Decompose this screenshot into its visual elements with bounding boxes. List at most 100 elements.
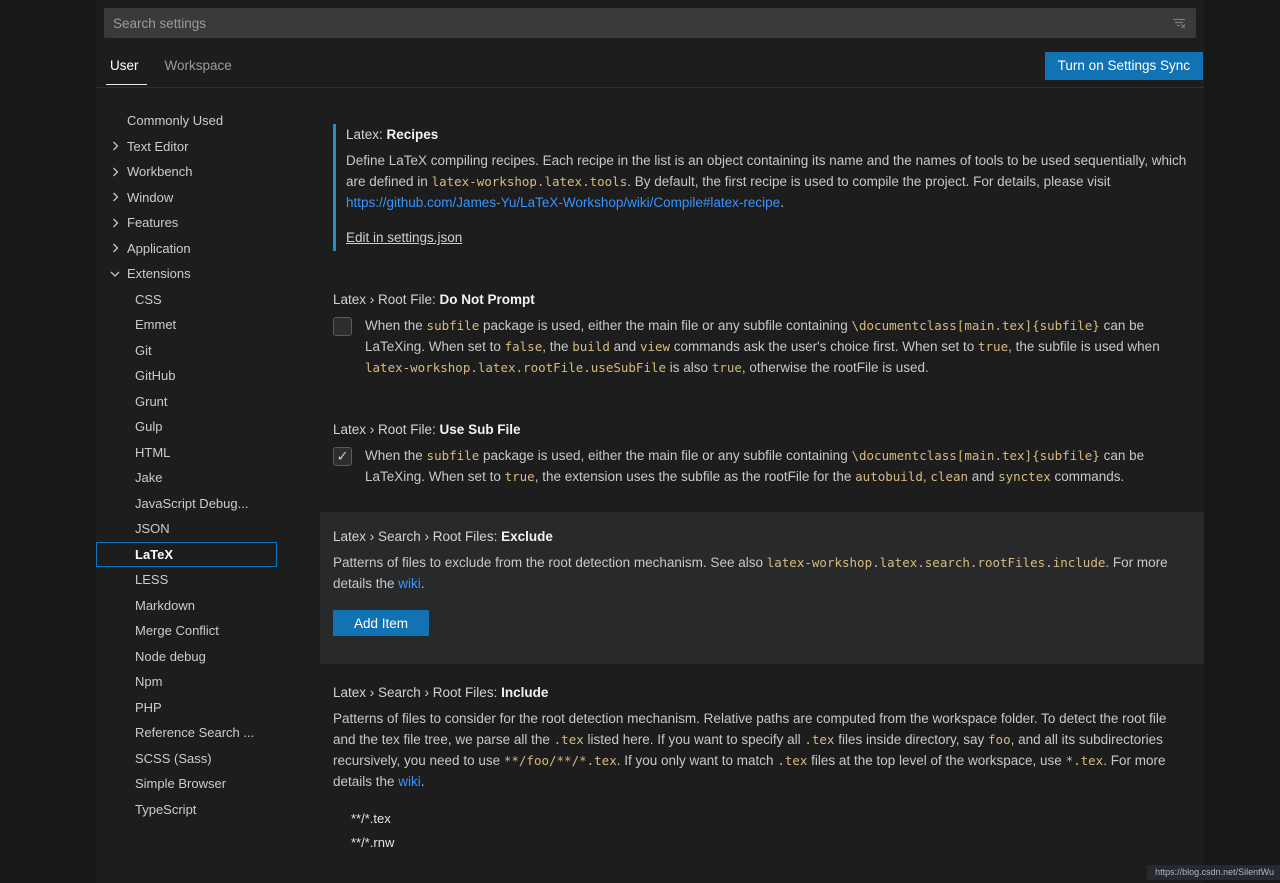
sidebar-item-label: Jake <box>135 470 162 485</box>
sidebar-item-features[interactable]: Features <box>96 210 277 236</box>
sidebar-item-gulp[interactable]: Gulp <box>96 414 277 440</box>
inline-text: package is used, either the main file or… <box>479 448 851 463</box>
chevron-down-icon[interactable] <box>107 266 123 282</box>
sidebar-item-simple-browser[interactable]: Simple Browser <box>96 771 277 797</box>
inline-text: . If you only want to match <box>617 753 778 768</box>
inline-link[interactable]: https://github.com/James-Yu/LaTeX-Worksh… <box>346 195 780 210</box>
array-item[interactable]: **/*.rnw <box>333 830 1190 854</box>
chevron-right-icon[interactable] <box>107 164 123 180</box>
sidebar-item-application[interactable]: Application <box>96 236 277 262</box>
tab-workspace[interactable]: Workspace <box>165 44 232 87</box>
array-item[interactable]: **/*.tex <box>333 806 1190 830</box>
inline-code: clean <box>930 469 968 484</box>
inline-code: synctex <box>998 469 1051 484</box>
edit-in-settings-json-link[interactable]: Edit in settings.json <box>346 229 462 247</box>
setting-title: Latex: Recipes <box>346 126 1190 144</box>
setting-title: Latex › Root File: Use Sub File <box>333 421 1190 439</box>
sidebar-item-npm[interactable]: Npm <box>96 669 277 695</box>
sidebar-item-jake[interactable]: Jake <box>96 465 277 491</box>
inline-text: When the <box>365 448 427 463</box>
search-row: Search settings <box>96 0 1204 44</box>
sidebar-item-workbench[interactable]: Workbench <box>96 159 277 185</box>
sidebar-item-git[interactable]: Git <box>96 338 277 364</box>
sidebar-item-less[interactable]: LESS <box>96 567 277 593</box>
sidebar-item-html[interactable]: HTML <box>96 440 277 466</box>
inline-code: true <box>712 360 742 375</box>
setting-root-files-include: Latex › Search › Root Files: Include Pat… <box>333 684 1190 854</box>
inline-text: and <box>968 469 998 484</box>
sidebar-item-label: TypeScript <box>135 802 196 817</box>
inline-text: files inside directory, say <box>834 732 988 747</box>
sidebar-item-latex[interactable]: LaTeX <box>96 542 277 568</box>
inline-text: . <box>421 576 425 591</box>
include-array-list: **/*.tex**/*.rnw <box>333 806 1190 854</box>
use-sub-file-checkbox[interactable]: ✓ <box>333 447 352 466</box>
inline-code: foo <box>988 732 1011 747</box>
sidebar-item-json[interactable]: JSON <box>96 516 277 542</box>
chevron-right-icon[interactable] <box>107 189 123 205</box>
sidebar-item-github[interactable]: GitHub <box>96 363 277 389</box>
sidebar-item-label: Simple Browser <box>135 776 226 791</box>
inline-text: commands ask the user's choice first. Wh… <box>670 339 978 354</box>
setting-latex-recipes: Latex: Recipes Define LaTeX compiling re… <box>333 124 1190 251</box>
filter-icon[interactable] <box>1168 12 1190 34</box>
sidebar-item-reference-search[interactable]: Reference Search ... <box>96 720 277 746</box>
sidebar-item-label: Features <box>127 215 178 230</box>
chevron-right-icon[interactable] <box>107 215 123 231</box>
sidebar-item-scss-sass[interactable]: SCSS (Sass) <box>96 746 277 772</box>
sidebar-item-grunt[interactable]: Grunt <box>96 389 277 415</box>
chevron-right-icon[interactable] <box>107 240 123 256</box>
sidebar-item-label: Node debug <box>135 649 206 664</box>
inline-code: *.tex <box>1066 753 1104 768</box>
settings-tree: Commonly Used Text EditorWorkbenchWindow F… <box>96 88 320 883</box>
inline-text: . <box>421 774 425 789</box>
sidebar-item-label: GitHub <box>135 368 175 383</box>
chevron-right-icon[interactable] <box>107 138 123 154</box>
tab-user[interactable]: User <box>110 44 139 87</box>
sidebar-item-markdown[interactable]: Markdown <box>96 593 277 619</box>
inline-text: files at the top level of the workspace,… <box>807 753 1065 768</box>
inline-code: subfile <box>427 318 480 333</box>
inline-code: autobuild <box>855 469 923 484</box>
inline-text: commands. <box>1051 469 1125 484</box>
sidebar-item-label: Grunt <box>135 394 168 409</box>
inline-code: true <box>505 469 535 484</box>
inline-link[interactable]: wiki <box>398 774 421 789</box>
setting-description: When the subfile package is used, either… <box>365 445 1188 487</box>
inline-text: . By default, the first recipe is used t… <box>627 174 1110 189</box>
sidebar-item-extensions[interactable]: Extensions <box>96 261 277 287</box>
inline-text: listed here. If you want to specify all <box>584 732 805 747</box>
sidebar-item-javascript-debug[interactable]: JavaScript Debug... <box>96 491 277 517</box>
inline-code: .tex <box>777 753 807 768</box>
setting-title: Latex › Search › Root Files: Include <box>333 684 1190 702</box>
inline-code: .tex <box>804 732 834 747</box>
inline-link[interactable]: wiki <box>398 576 421 591</box>
inline-text: and <box>610 339 640 354</box>
settings-sync-button[interactable]: Turn on Settings Sync <box>1045 52 1203 80</box>
add-item-button[interactable]: Add Item <box>333 610 429 636</box>
watermark: https://blog.csdn.net/SilentWu <box>1147 865 1280 880</box>
inline-text: When the <box>365 318 427 333</box>
inline-code: true <box>978 339 1008 354</box>
inline-text: is also <box>666 360 712 375</box>
sidebar-item-merge-conflict[interactable]: Merge Conflict <box>96 618 277 644</box>
do-not-prompt-checkbox[interactable] <box>333 317 352 336</box>
inline-code: latex-workshop.latex.rootFile.useSubFile <box>365 360 666 375</box>
sidebar-item-node-debug[interactable]: Node debug <box>96 644 277 670</box>
sidebar-item-label: Commonly Used <box>127 113 223 128</box>
sidebar-item-label: Extensions <box>127 266 191 281</box>
sidebar-item-php[interactable]: PHP <box>96 695 277 721</box>
sidebar-item-commonly-used[interactable]: Commonly Used <box>96 108 277 134</box>
sidebar-item-label: JavaScript Debug... <box>135 496 248 511</box>
inline-text: , the subfile is used when <box>1008 339 1160 354</box>
sidebar-item-emmet[interactable]: Emmet <box>96 312 277 338</box>
sidebar-item-typescript[interactable]: TypeScript <box>96 797 277 823</box>
inline-code: .tex <box>554 732 584 747</box>
sidebar-item-css[interactable]: CSS <box>96 287 277 313</box>
inline-code: false <box>505 339 543 354</box>
inline-text: package is used, either the main file or… <box>479 318 851 333</box>
search-input[interactable]: Search settings <box>104 8 1196 38</box>
sidebar-item-text-editor[interactable]: Text Editor <box>96 134 277 160</box>
tabs-row: User Workspace Turn on Settings Sync <box>96 44 1204 88</box>
sidebar-item-window[interactable]: Window <box>96 185 277 211</box>
